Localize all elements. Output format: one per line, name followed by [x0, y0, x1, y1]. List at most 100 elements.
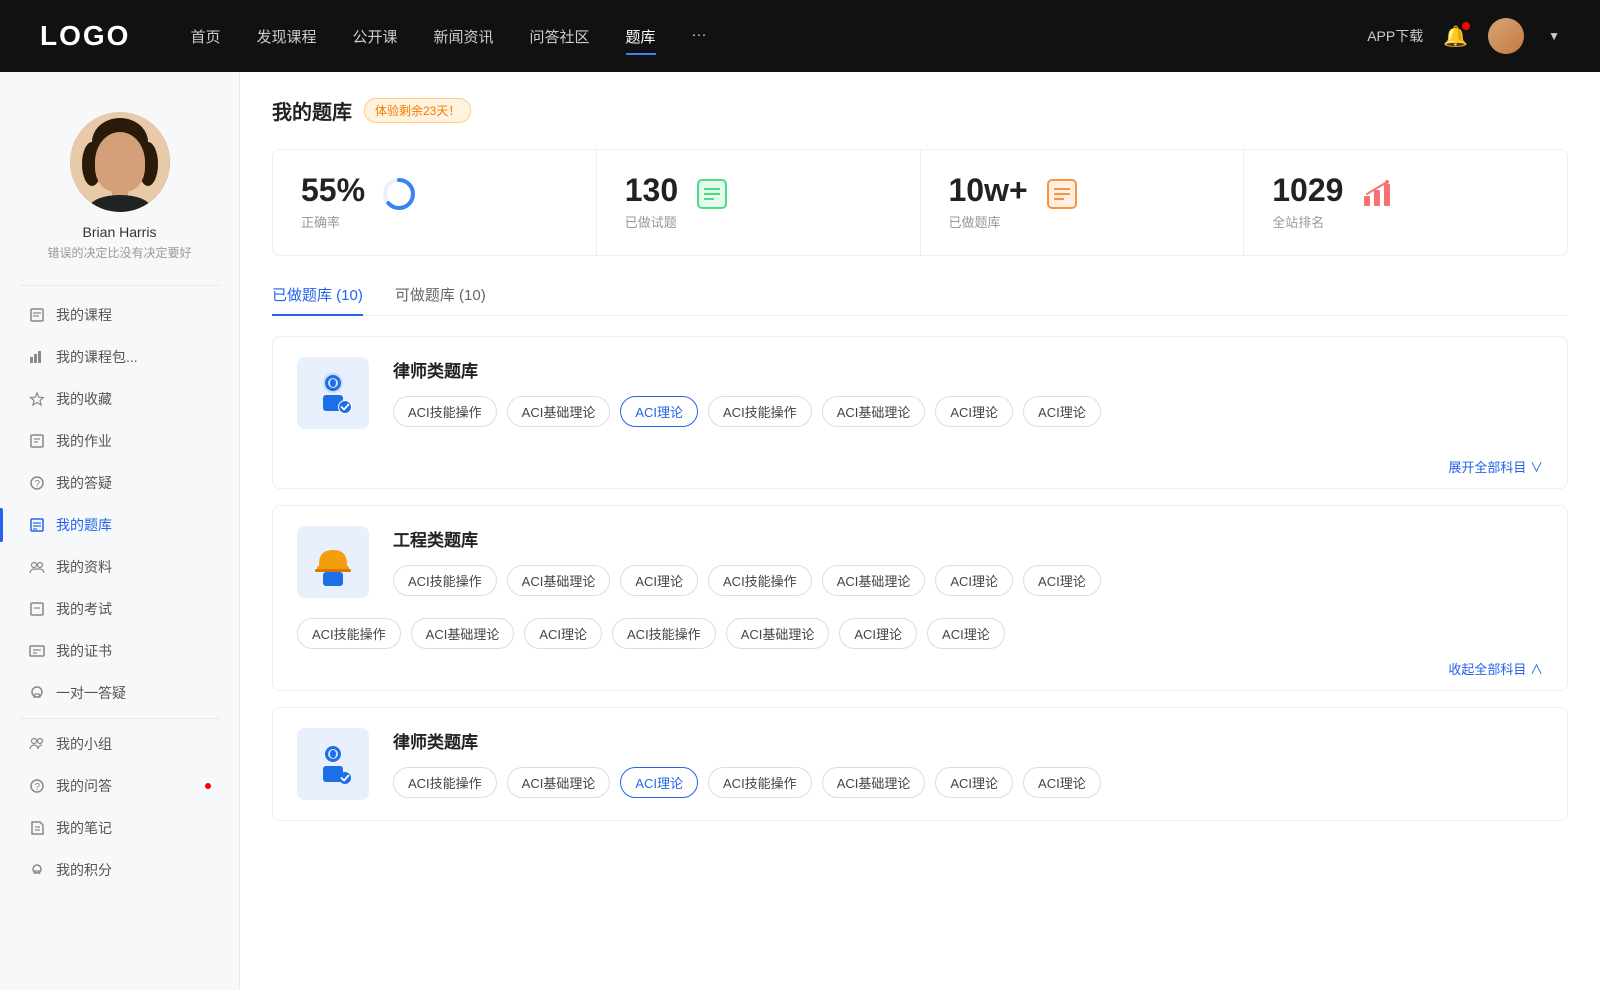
subject-tag[interactable]: ACI理论 [1023, 767, 1101, 798]
subject-tag[interactable]: ACI理论 [620, 565, 698, 596]
stat-card-rank: 1029 全站排名 [1244, 150, 1567, 255]
page-title-row: 我的题库 体验剩余23天！ [272, 96, 1568, 125]
star-icon [28, 390, 46, 408]
sidebar-item-tutoring[interactable]: 一对一答疑 [0, 672, 239, 714]
subject-card-lawyer-1: 律师类题库 ACI技能操作 ACI基础理论 ACI理论 ACI技能操作 ACI基… [272, 336, 1568, 489]
subject-tag[interactable]: ACI理论 [524, 618, 602, 649]
notification-dot [1462, 22, 1470, 30]
subject-tag[interactable]: ACI基础理论 [822, 565, 926, 596]
sidebar-item-homework[interactable]: 我的作业 [0, 420, 239, 462]
tab-done-banks[interactable]: 已做题库 (10) [272, 284, 363, 315]
sidebar: Brian Harris 错误的决定比没有决定要好 我的课程 我的课程包... [0, 72, 240, 990]
nav-item-home[interactable]: 首页 [190, 22, 220, 51]
subject-tags-1: ACI技能操作 ACI基础理论 ACI理论 ACI技能操作 ACI基础理论 AC… [393, 396, 1543, 427]
stat-value-done-questions: 130 [625, 174, 678, 206]
sidebar-item-label: 我的答疑 [56, 473, 112, 493]
sidebar-item-label: 我的课程 [56, 305, 112, 325]
certificate-icon [28, 642, 46, 660]
subject-tag[interactable]: ACI基础理论 [726, 618, 830, 649]
stat-label-accuracy: 正确率 [301, 212, 365, 231]
app-download-button[interactable]: APP下载 [1367, 26, 1423, 46]
nav-item-discover[interactable]: 发现课程 [256, 22, 316, 51]
subject-tag[interactable]: ACI基础理论 [507, 767, 611, 798]
sidebar-item-profile[interactable]: 我的资料 [0, 546, 239, 588]
subject-tag-active[interactable]: ACI理论 [620, 396, 698, 427]
sidebar-item-exams[interactable]: 我的考试 [0, 588, 239, 630]
groups-icon [28, 735, 46, 753]
subject-tag[interactable]: ACI技能操作 [393, 565, 497, 596]
subject-tag[interactable]: ACI技能操作 [708, 565, 812, 596]
sidebar-item-exam-bank[interactable]: 我的题库 [0, 504, 239, 546]
subject-tag[interactable]: ACI理论 [927, 618, 1005, 649]
sidebar-item-groups[interactable]: 我的小组 [0, 723, 239, 765]
sidebar-avatar [70, 112, 170, 212]
avatar[interactable] [1488, 18, 1524, 54]
subject-tag[interactable]: ACI理论 [935, 396, 1013, 427]
sidebar-item-certificate[interactable]: 我的证书 [0, 630, 239, 672]
main-layout: Brian Harris 错误的决定比没有决定要好 我的课程 我的课程包... [0, 72, 1600, 990]
subject-tag[interactable]: ACI基础理论 [507, 396, 611, 427]
list-orange-icon [1044, 176, 1080, 212]
points-icon [28, 861, 46, 879]
nav-item-more[interactable]: ··· [692, 22, 707, 51]
notification-bell[interactable]: 🔔 [1443, 24, 1468, 49]
subject-tag[interactable]: ACI理论 [1023, 396, 1101, 427]
sidebar-item-packages[interactable]: 我的课程包... [0, 336, 239, 378]
subject-tag[interactable]: ACI技能操作 [708, 396, 812, 427]
subject-engineer-icon-wrap [297, 526, 369, 598]
subject-card-engineer: 工程类题库 ACI技能操作 ACI基础理论 ACI理论 ACI技能操作 ACI基… [272, 505, 1568, 691]
sidebar-item-my-questions[interactable]: ? 我的问答 [0, 765, 239, 807]
subject-tag[interactable]: ACI基础理论 [822, 767, 926, 798]
sidebar-item-courses[interactable]: 我的课程 [0, 294, 239, 336]
subject-tag-active[interactable]: ACI理论 [620, 767, 698, 798]
sidebar-item-label: 我的资料 [56, 557, 112, 577]
subject-lawyer-icon-wrap [297, 357, 369, 429]
subject-tag[interactable]: ACI理论 [839, 618, 917, 649]
exam-bank-icon [28, 516, 46, 534]
sidebar-motto: 错误的决定比没有决定要好 [47, 244, 191, 261]
homework-icon [28, 432, 46, 450]
subject-tag[interactable]: ACI基础理论 [822, 396, 926, 427]
subject-tag[interactable]: ACI技能操作 [612, 618, 716, 649]
subject-tag[interactable]: ACI技能操作 [297, 618, 401, 649]
logo[interactable]: LOGO [40, 20, 130, 52]
profile-icon [28, 558, 46, 576]
nav-right: APP下载 🔔 ▼ [1367, 18, 1560, 54]
expand-button-1[interactable]: 展开全部科目 ∨ [273, 449, 1567, 488]
exams-icon [28, 600, 46, 618]
stat-label-rank: 全站排名 [1272, 212, 1343, 231]
subject-tag[interactable]: ACI理论 [935, 767, 1013, 798]
sidebar-item-notes[interactable]: 我的笔记 [0, 807, 239, 849]
subject-lawyer-icon-wrap-2 [297, 728, 369, 800]
topnav: LOGO 首页 发现课程 公开课 新闻资讯 问答社区 题库 ··· APP下载 … [0, 0, 1600, 72]
chevron-down-icon[interactable]: ▼ [1548, 29, 1560, 43]
subject-tag[interactable]: ACI基础理论 [411, 618, 515, 649]
collapse-button-2[interactable]: 收起全部科目 ∧ [297, 659, 1543, 678]
avatar-image-large [70, 112, 170, 212]
sidebar-item-points[interactable]: 我的积分 [0, 849, 239, 891]
subject-tag[interactable]: ACI技能操作 [393, 767, 497, 798]
subject-tags-2: ACI技能操作 ACI基础理论 ACI理论 ACI技能操作 ACI基础理论 AC… [393, 565, 1543, 596]
sidebar-item-label: 我的积分 [56, 860, 112, 880]
stat-card-done-banks: 10w+ 已做题库 [921, 150, 1245, 255]
nav-item-open[interactable]: 公开课 [352, 22, 397, 51]
nav-item-exam[interactable]: 题库 [626, 22, 656, 51]
notes-icon [28, 819, 46, 837]
sidebar-item-label: 一对一答疑 [56, 683, 126, 703]
tutoring-icon [28, 684, 46, 702]
sidebar-menu: 我的课程 我的课程包... 我的收藏 我的作业 [0, 286, 239, 899]
subject-tag[interactable]: ACI理论 [935, 565, 1013, 596]
tab-available-banks[interactable]: 可做题库 (10) [395, 284, 486, 315]
subject-tag[interactable]: ACI技能操作 [708, 767, 812, 798]
subject-tag[interactable]: ACI基础理论 [507, 565, 611, 596]
subject-tags-3: ACI技能操作 ACI基础理论 ACI理论 ACI技能操作 ACI基础理论 AC… [393, 767, 1543, 798]
subject-tag[interactable]: ACI理论 [1023, 565, 1101, 596]
sidebar-item-favorites[interactable]: 我的收藏 [0, 378, 239, 420]
stat-value-rank: 1029 [1272, 174, 1343, 206]
sidebar-item-questions[interactable]: ? 我的答疑 [0, 462, 239, 504]
stats-row: 55% 正确率 130 已做试题 [272, 149, 1568, 256]
nav-item-qa[interactable]: 问答社区 [530, 22, 590, 51]
nav-item-news[interactable]: 新闻资讯 [434, 22, 494, 51]
svg-text:?: ? [35, 479, 41, 490]
subject-tag[interactable]: ACI技能操作 [393, 396, 497, 427]
